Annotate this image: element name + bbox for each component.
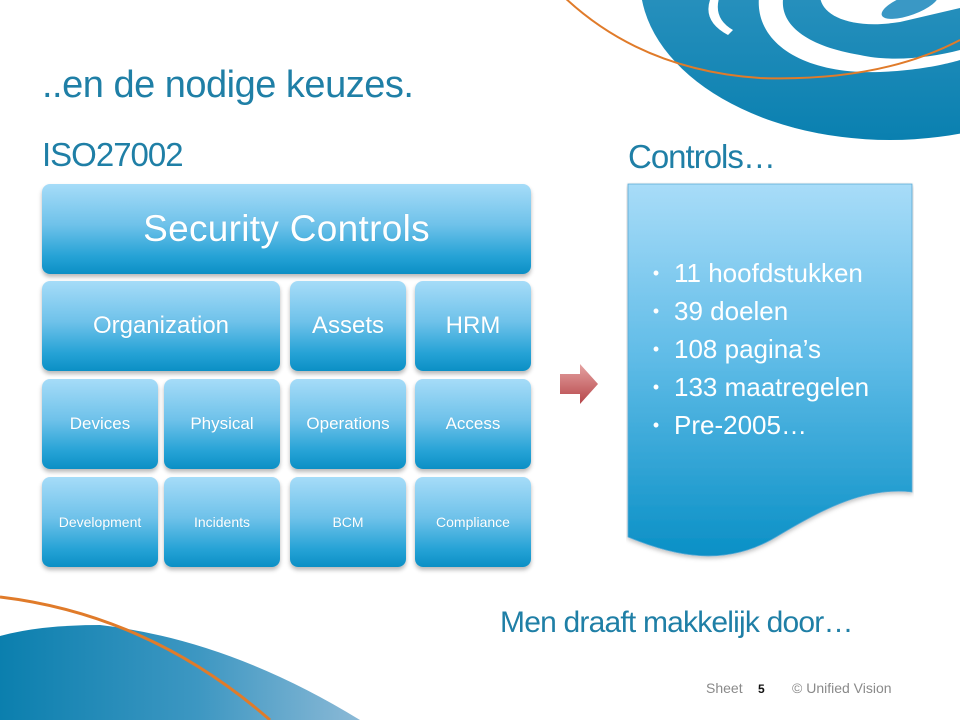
- footer-sheet-number: 5: [758, 682, 765, 696]
- list-item: • 108 pagina’s: [626, 330, 869, 368]
- slide-subtitle: ISO27002: [42, 136, 184, 173]
- controls-list: • 11 hoofdstukken • 39 doelen • 108 pagina’…: [626, 254, 869, 444]
- tile-security-controls: Security Controls: [42, 184, 531, 274]
- footer-sheet-label: Sheet: [706, 680, 743, 696]
- tile-bcm: BCM: [290, 477, 406, 567]
- bullet-icon: •: [652, 300, 660, 321]
- list-item: • 39 doelen: [626, 292, 869, 330]
- bullet-icon: •: [652, 414, 660, 435]
- tile-physical: Physical: [164, 379, 280, 469]
- bullet-icon: •: [652, 376, 660, 397]
- controls-callout: • 11 hoofdstukken • 39 doelen • 108 pagina’…: [626, 182, 914, 566]
- tile-assets: Assets: [290, 281, 406, 371]
- orange-line-bottom: [0, 595, 271, 720]
- orange-line-top: [565, 0, 960, 80]
- tagline: Men draaft makkelijk door…: [500, 606, 853, 639]
- slide-title: ..en de nodige keuzes.: [42, 64, 414, 106]
- tile-operations: Operations: [290, 379, 406, 469]
- controls-heading: Controls…: [628, 138, 776, 175]
- list-item: • 11 hoofdstukken: [626, 254, 869, 292]
- tile-compliance: Compliance: [415, 477, 531, 567]
- tile-access: Access: [415, 379, 531, 469]
- bullet-icon: •: [652, 338, 660, 359]
- list-item: • Pre-2005…: [626, 406, 869, 444]
- brand-logo-icon: [641, 0, 960, 140]
- tile-development: Development: [42, 477, 158, 567]
- tile-incidents: Incidents: [164, 477, 280, 567]
- tile-hrm: HRM: [415, 281, 531, 371]
- tile-organization: Organization: [42, 281, 280, 371]
- footer-copyright: © Unified Vision: [792, 680, 892, 696]
- tile-devices: Devices: [42, 379, 158, 469]
- right-arrow-icon: [560, 364, 598, 404]
- blue-arc-bottom: [0, 625, 360, 720]
- bullet-icon: •: [652, 262, 660, 283]
- list-item: • 133 maatregelen: [626, 368, 869, 406]
